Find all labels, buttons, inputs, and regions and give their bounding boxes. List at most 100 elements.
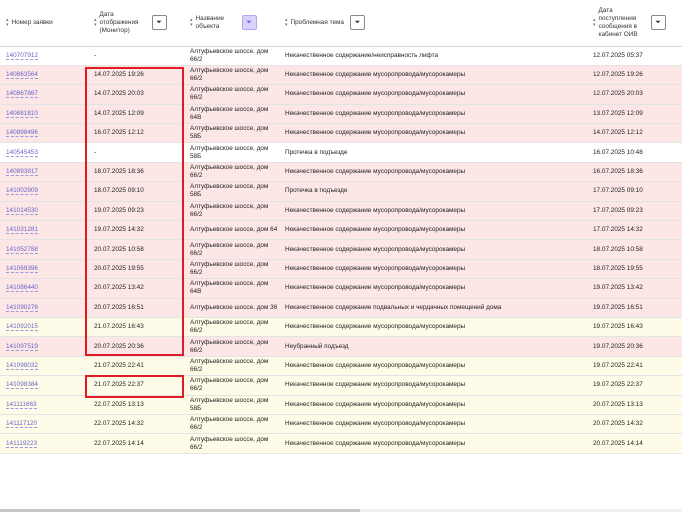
- table-header-row: ▴ ▾ Номер заявки ▴ ▾ Дата отображения (Мон…: [0, 0, 682, 47]
- object-name-cell: Алтуфьевское шоссе, дом 66/2: [184, 259, 279, 280]
- table-row[interactable]: 140707912 - Алтуфьевское шоссе, дом 66/2 Не…: [0, 46, 682, 66]
- table-row[interactable]: 141098032 21.07.2025 22:41 Алтуфьевское шо…: [0, 356, 682, 377]
- table-row[interactable]: 141111663 22.07.2025 13:13 Алтуфьевское шо…: [0, 395, 682, 415]
- received-date-cell: 19.07.2025 16:43: [587, 317, 682, 338]
- table-row[interactable]: 140867867 14.07.2025 20:03 Алтуфьевское шо…: [0, 84, 682, 105]
- received-date-cell: 13.07.2025 12:09: [587, 104, 682, 125]
- table-row[interactable]: 141069396 20.07.2025 19:55 Алтуфьевское шо…: [0, 259, 682, 280]
- table-row[interactable]: 141052788 20.07.2025 10:58 Алтуфьевское шо…: [0, 239, 682, 260]
- header-number-label: Номер заявки: [11, 18, 53, 26]
- display-date-cell: 14.07.2025 19:26: [88, 65, 184, 86]
- display-date-cell: 22.07.2025 14:32: [88, 414, 184, 435]
- table-row[interactable]: 140898496 16.07.2025 12:12 Алтуфьевское шо…: [0, 123, 682, 144]
- problem-topic-cell: Протечка в подъезде: [279, 142, 587, 163]
- header-topic[interactable]: ▴ ▾ Проблемная тема ⏷: [279, 0, 587, 47]
- request-number-cell: 140545453: [0, 142, 88, 163]
- table-row[interactable]: 141119223 22.07.2025 14:14 Алтуфьевское шо…: [0, 433, 682, 454]
- request-number-link[interactable]: 141002909: [6, 187, 38, 196]
- request-number-link[interactable]: 140707912: [6, 51, 38, 60]
- sort-icon[interactable]: ▴ ▾: [285, 17, 288, 28]
- table-row[interactable]: 141002909 18.07.2025 09:10 Алтуфьевское шо…: [0, 181, 682, 202]
- request-number-cell: 141117120: [0, 414, 88, 435]
- display-date-cell: 22.07.2025 14:14: [88, 433, 184, 454]
- object-name-cell: Алтуфьевское шоссе, дом 66/2: [184, 65, 279, 86]
- request-number-link[interactable]: 141092015: [6, 323, 38, 332]
- received-date-cell: 18.07.2025 19:55: [587, 259, 682, 280]
- display-date-cell: 16.07.2025 12:12: [88, 123, 184, 144]
- request-number-link[interactable]: 141098384: [6, 381, 38, 390]
- request-number-cell: 141119223: [0, 433, 88, 454]
- header-display-date-label: Дата отображения (Монитор): [99, 10, 139, 34]
- table-body: 140707912- Алтуфьевское шоссе, дом 66/2 Не…: [0, 46, 682, 454]
- request-number-link[interactable]: 141097519: [6, 342, 38, 351]
- request-number-link[interactable]: 141119223: [6, 439, 38, 448]
- problem-topic-cell: Некачественное содержание подвальных и ч…: [279, 298, 587, 318]
- object-name-cell: Алтуфьевское шоссе, дом 66/2: [184, 201, 279, 222]
- filter-icon[interactable]: ⏷: [349, 15, 365, 31]
- problem-topic-cell: Некачественное содержание мусоропровода/…: [279, 201, 587, 222]
- received-date-cell: 12.07.2025 19:26: [587, 65, 682, 86]
- table-row[interactable]: 141092015 21.07.2025 16:43 Алтуфьевское шо…: [0, 317, 682, 338]
- object-name-cell: Алтуфьевское шоссе, дом 58Б: [184, 142, 279, 163]
- received-date-cell: 19.07.2025 22:37: [587, 375, 682, 396]
- received-date-cell: 17.07.2025 09:23: [587, 201, 682, 222]
- filter-icon[interactable]: ⏷: [650, 15, 666, 31]
- request-number-link[interactable]: 140867867: [6, 90, 38, 99]
- header-display-date[interactable]: ▴ ▾ Дата отображения (Монитор) ⏷: [88, 0, 184, 47]
- sort-icon[interactable]: ▴ ▾: [593, 17, 596, 28]
- received-date-cell: 19.07.2025 22:41: [587, 356, 682, 377]
- table-row[interactable]: 140881810 14.07.2025 12:09 Алтуфьевское шо…: [0, 104, 682, 125]
- problem-topic-cell: Некачественное содержание мусоропровода/…: [279, 414, 587, 435]
- request-number-link[interactable]: 141090276: [6, 303, 38, 312]
- request-number-link[interactable]: 141086440: [6, 284, 38, 293]
- header-received[interactable]: ▴ ▾ Дата поступления сообщения в кабинет …: [587, 0, 682, 47]
- received-date-cell: 16.07.2025 10:48: [587, 142, 682, 163]
- display-date-cell: 18.07.2025 09:10: [88, 181, 184, 202]
- table-row[interactable]: 141097519 20.07.2025 20:36 Алтуфьевское шо…: [0, 336, 682, 357]
- request-number-link[interactable]: 141111663: [6, 400, 37, 409]
- request-number-link[interactable]: 140881810: [6, 109, 38, 118]
- request-number-link[interactable]: 141014530: [6, 206, 38, 215]
- request-number-link[interactable]: 140863564: [6, 71, 38, 80]
- problem-topic-cell: Некачественное содержание мусоропровода/…: [279, 123, 587, 144]
- request-number-link[interactable]: 140898496: [6, 129, 38, 138]
- request-number-link[interactable]: 141031281: [6, 226, 38, 235]
- display-date-cell: 20.07.2025 16:51: [88, 298, 184, 318]
- problem-topic-cell: Некачественное содержание мусоропровода/…: [279, 162, 587, 183]
- object-name-cell: Алтуфьевское шоссе, дом 64В: [184, 278, 279, 299]
- table-row[interactable]: 141098384 21.07.2025 22:37 Алтуфьевское шо…: [0, 375, 682, 396]
- table-row[interactable]: 141117120 22.07.2025 14:32 Алтуфьевское шо…: [0, 414, 682, 435]
- received-date-cell: 16.07.2025 18:36: [587, 162, 682, 183]
- filter-icon[interactable]: ⏷: [241, 15, 257, 31]
- object-name-cell: Алтуфьевское шоссе, дом 36: [184, 298, 279, 318]
- table-row[interactable]: 141086440 20.07.2025 13:42 Алтуфьевское шо…: [0, 278, 682, 299]
- problem-topic-cell: Некачественное содержание мусоропровода/…: [279, 356, 587, 377]
- request-number-cell: 141031281: [0, 220, 88, 241]
- table-row[interactable]: 140545453 - Алтуфьевское шоссе, дом 58Б Про…: [0, 142, 682, 163]
- header-object-label: Название объекта: [195, 14, 225, 30]
- sort-icon[interactable]: ▴ ▾: [94, 17, 97, 28]
- table-row[interactable]: 140893817 18.07.2025 18:36 Алтуфьевское шо…: [0, 162, 682, 183]
- object-name-cell: Алтуфьевское шоссе, дом 66/2: [184, 356, 279, 377]
- received-date-cell: 19.07.2025 20:36: [587, 336, 682, 357]
- sort-icon[interactable]: ▴ ▾: [190, 17, 193, 28]
- sort-icon[interactable]: ▴ ▾: [6, 17, 9, 28]
- table-row[interactable]: 141090276 20.07.2025 16:51 Алтуфьевское шо…: [0, 298, 682, 318]
- request-number-link[interactable]: 141069396: [6, 264, 38, 273]
- request-number-cell: 140867867: [0, 84, 88, 105]
- display-date-cell: 20.07.2025 19:55: [88, 259, 184, 280]
- display-date-cell: -: [88, 142, 184, 163]
- header-number[interactable]: ▴ ▾ Номер заявки: [0, 0, 88, 47]
- table-row[interactable]: 141031281 19.07.2025 14:32 Алтуфьевское шо…: [0, 220, 682, 241]
- request-number-link[interactable]: 140893817: [6, 168, 38, 177]
- filter-icon[interactable]: ⏷: [151, 15, 167, 31]
- object-name-cell: Алтуфьевское шоссе, дом 66/2: [184, 336, 279, 357]
- table-row[interactable]: 140863564 14.07.2025 19:26 Алтуфьевское шо…: [0, 65, 682, 86]
- request-number-link[interactable]: 141052788: [6, 245, 38, 254]
- request-number-link[interactable]: 141098032: [6, 361, 38, 370]
- display-date-cell: 22.07.2025 13:13: [88, 395, 184, 415]
- table-row[interactable]: 141014530 19.07.2025 09:23 Алтуфьевское шо…: [0, 201, 682, 222]
- header-object[interactable]: ▴ ▾ Название объекта ⏷: [184, 0, 279, 47]
- request-number-link[interactable]: 140545453: [6, 148, 38, 157]
- request-number-link[interactable]: 141117120: [6, 420, 38, 429]
